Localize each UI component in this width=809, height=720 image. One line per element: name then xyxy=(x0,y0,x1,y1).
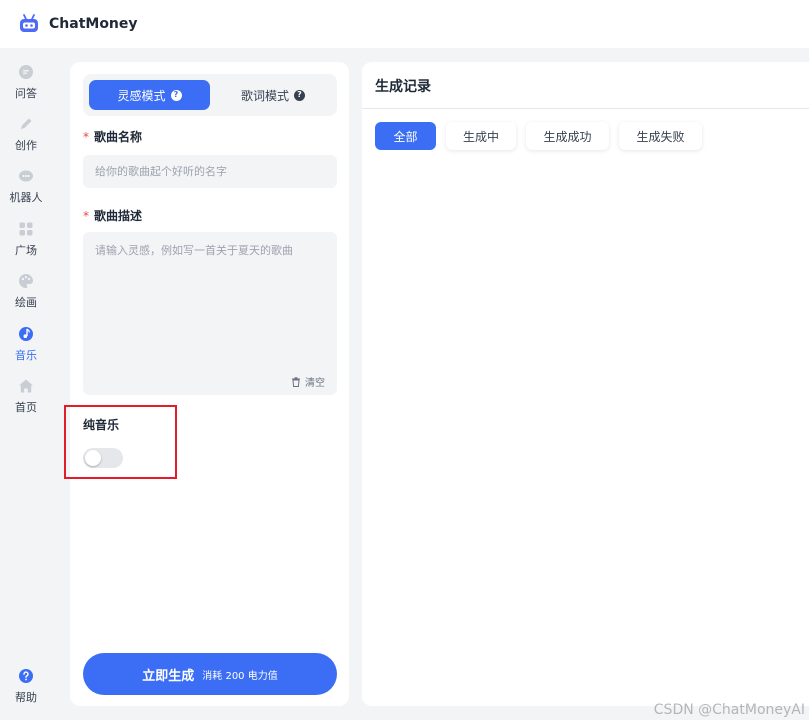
app-title: ChatMoney xyxy=(49,16,138,32)
pencil-icon xyxy=(21,118,32,129)
records-title: 生成记录 xyxy=(375,79,431,95)
tab-lyrics-mode[interactable]: 歌词模式 ? xyxy=(215,80,331,110)
sidebar-item-music[interactable]: 音乐 xyxy=(0,326,52,363)
pure-music-toggle[interactable] xyxy=(83,448,123,468)
generate-button[interactable]: 立即生成 消耗 200 电力值 xyxy=(83,653,337,695)
pure-music-label: 纯音乐 xyxy=(83,418,120,432)
music-form-panel: 灵感模式 ? 歌词模式 ? * 歌曲名称 * 歌曲描述 清空 纯音乐 立即生成 消耗… xyxy=(70,62,349,706)
records-panel: 生成记录 全部 生成中 生成成功 生成失败 xyxy=(362,62,809,706)
song-name-label: * 歌曲名称 xyxy=(83,128,142,145)
generate-label: 立即生成 xyxy=(142,668,195,684)
home-icon xyxy=(19,379,33,393)
question-icon: ? xyxy=(170,89,182,101)
chat-bubble-icon xyxy=(19,65,33,79)
tab-label: 歌词模式 xyxy=(240,88,289,103)
grid-icon xyxy=(19,222,33,236)
sidebar-item-qa[interactable]: 问答 xyxy=(0,64,52,101)
sidebar: 问答 创作 机器人 广场 绘画 音乐 首页 帮助 xyxy=(0,48,52,720)
top-bar: ChatMoney xyxy=(0,0,809,48)
sidebar-item-label: 问答 xyxy=(15,87,37,100)
tab-label: 灵感模式 xyxy=(117,88,166,103)
clear-label: 清空 xyxy=(305,378,325,389)
required-mark: * xyxy=(83,209,89,223)
filter-all[interactable]: 全部 xyxy=(375,122,436,150)
music-note-icon xyxy=(19,327,33,341)
song-name-input[interactable] xyxy=(83,155,337,188)
sidebar-item-label: 机器人 xyxy=(9,191,43,204)
song-desc-label: * 歌曲描述 xyxy=(83,207,142,224)
clear-button[interactable]: 清空 xyxy=(291,374,325,389)
song-desc-label-text: 歌曲描述 xyxy=(94,209,143,223)
sidebar-item-create[interactable]: 创作 xyxy=(0,116,52,153)
sidebar-item-label: 帮助 xyxy=(15,691,37,704)
question-icon xyxy=(19,669,33,683)
required-mark: * xyxy=(83,130,89,144)
palette-icon xyxy=(19,274,33,288)
watermark: CSDN @ChatMoneyAI xyxy=(653,702,805,718)
tab-inspiration-mode[interactable]: 灵感模式 ? xyxy=(89,80,210,110)
toggle-knob xyxy=(85,450,101,466)
question-icon: ? xyxy=(294,89,305,101)
sidebar-item-label: 首页 xyxy=(15,401,37,414)
robot-icon xyxy=(20,14,38,32)
sidebar-item-help[interactable]: 帮助 xyxy=(0,668,52,705)
filter-generating[interactable]: 生成中 xyxy=(446,122,516,150)
divider xyxy=(362,108,809,109)
trash-icon xyxy=(292,376,300,387)
mode-tabs: 灵感模式 ? 歌词模式 ? xyxy=(83,74,337,116)
sidebar-item-label: 绘画 xyxy=(15,296,37,309)
sidebar-item-label: 创作 xyxy=(15,139,37,152)
sidebar-item-square[interactable]: 广场 xyxy=(0,221,52,258)
sidebar-item-label: 音乐 xyxy=(15,349,37,362)
sidebar-item-robot[interactable]: 机器人 xyxy=(0,168,52,205)
sidebar-item-paint[interactable]: 绘画 xyxy=(0,273,52,310)
song-desc-textarea[interactable] xyxy=(83,232,337,395)
sidebar-item-label: 广场 xyxy=(15,244,37,257)
filter-success[interactable]: 生成成功 xyxy=(526,122,609,150)
generate-cost: 消耗 200 电力值 xyxy=(202,670,278,682)
sidebar-item-home[interactable]: 首页 xyxy=(0,378,52,415)
song-name-label-text: 歌曲名称 xyxy=(94,130,143,144)
filter-failed[interactable]: 生成失败 xyxy=(619,122,702,150)
robot-chat-icon xyxy=(19,170,33,182)
